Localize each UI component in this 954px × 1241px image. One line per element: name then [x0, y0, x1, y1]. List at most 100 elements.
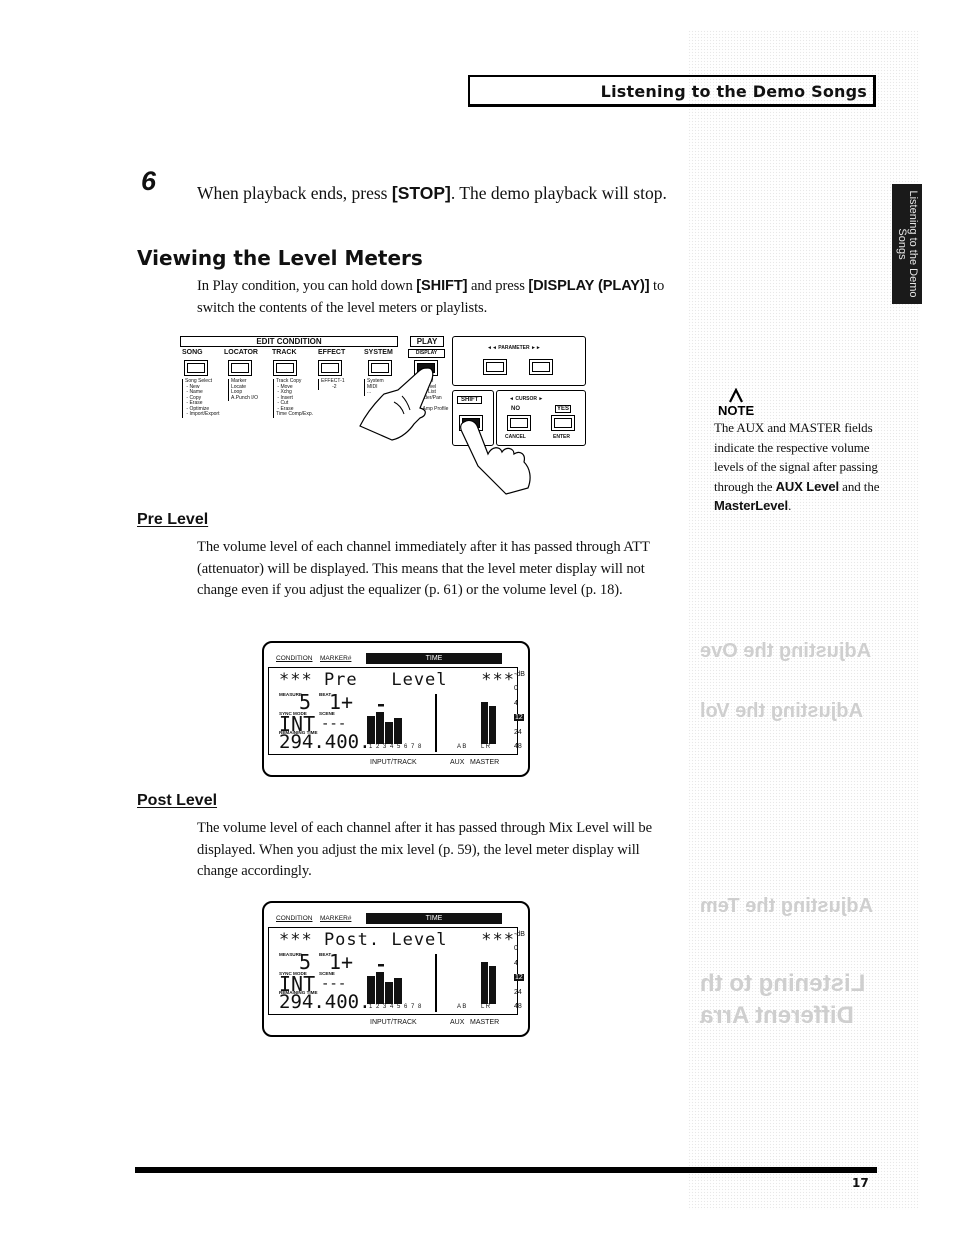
marker-label: MARKER#	[320, 915, 352, 922]
note-text-part: .	[788, 498, 792, 513]
channel-numbers: 1 2 3 4 5 6 7 8	[369, 1004, 423, 1010]
locator-button[interactable]	[228, 360, 252, 376]
db-tick: 48	[514, 1003, 522, 1010]
effect-button[interactable]	[318, 360, 342, 376]
song-button[interactable]	[184, 360, 208, 376]
cursor-label: ◄ CURSOR ►	[509, 396, 544, 402]
meter-bar-ch1	[367, 976, 375, 1004]
edit-condition-label: EDIT CONDITION	[180, 336, 398, 347]
note-text-part: and the	[839, 478, 880, 494]
lcd-screen: *** Pre Level *** MEASURE BEAT 5 1+ SYNC…	[268, 667, 518, 755]
lcd-screen: *** Post. Level *** MEASURE BEAT 5 1+ SY…	[268, 927, 518, 1015]
post-level-text: The volume level of each channel after i…	[197, 820, 652, 879]
stop-key: [STOP]	[391, 183, 451, 203]
master-level-term: MasterLevel	[714, 498, 789, 513]
step-text: When playback ends, press [STOP]. The de…	[197, 180, 677, 207]
bleed-text: Adjusting the Ove	[700, 640, 872, 662]
lcd-title: *** Pre Level ***	[279, 670, 515, 690]
meter-bar-master-l	[481, 702, 488, 744]
bleed-text: Listening to th	[700, 970, 866, 997]
channel-numbers: 1 2 3 4 5 6 7 8	[369, 744, 423, 750]
condition-label: CONDITION	[276, 915, 313, 922]
intro-part: In Play condition, you can hold down	[197, 278, 417, 294]
parameter-text: PARAMETER	[498, 345, 530, 351]
chapter-tab: Listening to the Demo Songs	[892, 184, 922, 304]
marker-label: MARKER#	[320, 655, 352, 662]
note-text: The AUX and MASTER fields indicate the r…	[714, 418, 880, 516]
meter-bar-ch1	[367, 716, 375, 744]
parameter-right-button[interactable]	[529, 359, 553, 375]
master-label: MASTER	[470, 1019, 500, 1026]
meter-bar-ch4	[394, 978, 402, 1004]
effect-functions: EFFECT-1 -2	[318, 378, 345, 390]
pre-level-text: The volume level of each channel immedia…	[197, 539, 650, 598]
track-button[interactable]	[273, 360, 297, 376]
locator-functions: Marker Locate Loop A.Punch I/O	[228, 378, 258, 401]
aux-channels: A B	[457, 1004, 467, 1010]
hand-pointer-icon	[359, 367, 434, 441]
page-number: 17	[852, 1176, 869, 1190]
input-track-label: INPUT/TRACK	[370, 1019, 417, 1026]
db-tick: 48	[514, 743, 522, 750]
parameter-label: ◄◄ PARAMETER ►►	[487, 345, 541, 351]
category-effect: EFFECT	[318, 349, 346, 356]
condition-label: CONDITION	[276, 655, 313, 662]
aux-channels: A B	[457, 744, 467, 750]
display-key: [DISPLAY (PLAY)]	[528, 278, 650, 294]
db-tick: 4	[514, 700, 518, 707]
yes-enter-button[interactable]	[551, 415, 575, 431]
play-label: PLAY	[410, 336, 444, 347]
no-label: NO	[511, 406, 520, 412]
meter-bar-ch3	[385, 982, 393, 1004]
db-tick: 24	[514, 989, 522, 996]
footer-rule	[135, 1167, 877, 1173]
db-tick: 4	[514, 960, 518, 967]
db-tick: 12	[514, 974, 524, 981]
meter-bar-master-r	[489, 966, 496, 1004]
scene-value: ---	[321, 716, 347, 732]
input-track-label: INPUT/TRACK	[370, 759, 417, 766]
intro-part: and press	[467, 278, 529, 294]
margin-bleedthrough	[688, 30, 920, 1210]
pre-level-title: Pre Level	[137, 511, 209, 528]
hand-pointer-icon	[460, 419, 531, 495]
meter-bar-ch3	[385, 722, 393, 744]
running-header: Listening to the Demo Songs	[468, 75, 876, 107]
parameter-left-button[interactable]	[483, 359, 507, 375]
bleed-text: Adjusting the Tem	[700, 895, 873, 917]
display-label: DISPLAY	[408, 349, 445, 358]
time-header: TIME	[366, 653, 502, 664]
aux-label: AUX	[450, 1019, 465, 1026]
bleed-text: Adjusting the Vol	[700, 700, 863, 722]
section-intro: In Play condition, you can hold down [SH…	[197, 276, 677, 319]
shift-label: SHIFT	[457, 396, 483, 404]
panel-illustration: EDIT CONDITION PLAY DISPLAY SONG LOCATOR…	[178, 334, 588, 495]
time-header: TIME	[366, 913, 502, 924]
category-system: SYSTEM	[364, 349, 393, 356]
aux-label: AUX	[450, 759, 465, 766]
yes-label: YES	[555, 405, 572, 413]
master-channels: L R	[481, 744, 491, 750]
aux-level-term: AUX Level	[775, 478, 840, 494]
meter-peak-ch2	[378, 964, 384, 967]
bleed-text: Different Arra	[700, 1002, 854, 1029]
shift-key: [SHIFT]	[416, 278, 468, 294]
category-locator: LOCATOR	[224, 349, 258, 356]
chapter-tab-label: Listening to the Demo Songs	[896, 190, 919, 298]
note-label: NOTE	[718, 403, 754, 418]
meter-bar-ch4	[394, 718, 402, 744]
master-label: MASTER	[470, 759, 500, 766]
meter-bar-ch2	[376, 712, 384, 744]
lcd-pre-level: CONDITION MARKER# TIME *** Pre Level ***…	[262, 641, 530, 777]
remaining-time-value: 294.400.	[279, 731, 371, 753]
running-header-title: Listening to the Demo Songs	[600, 82, 867, 101]
step-text-part: When playback ends, press	[197, 183, 392, 203]
meter-peak-ch2	[378, 704, 384, 707]
post-level-title: Post Level	[137, 792, 218, 809]
db-tick: 12	[514, 714, 524, 721]
category-track: TRACK	[272, 349, 297, 356]
meter-bar-ch2	[376, 972, 384, 1004]
master-channels: L R	[481, 1004, 491, 1010]
meter-bar-master-l	[481, 962, 488, 1004]
step-number: 6	[141, 166, 157, 196]
